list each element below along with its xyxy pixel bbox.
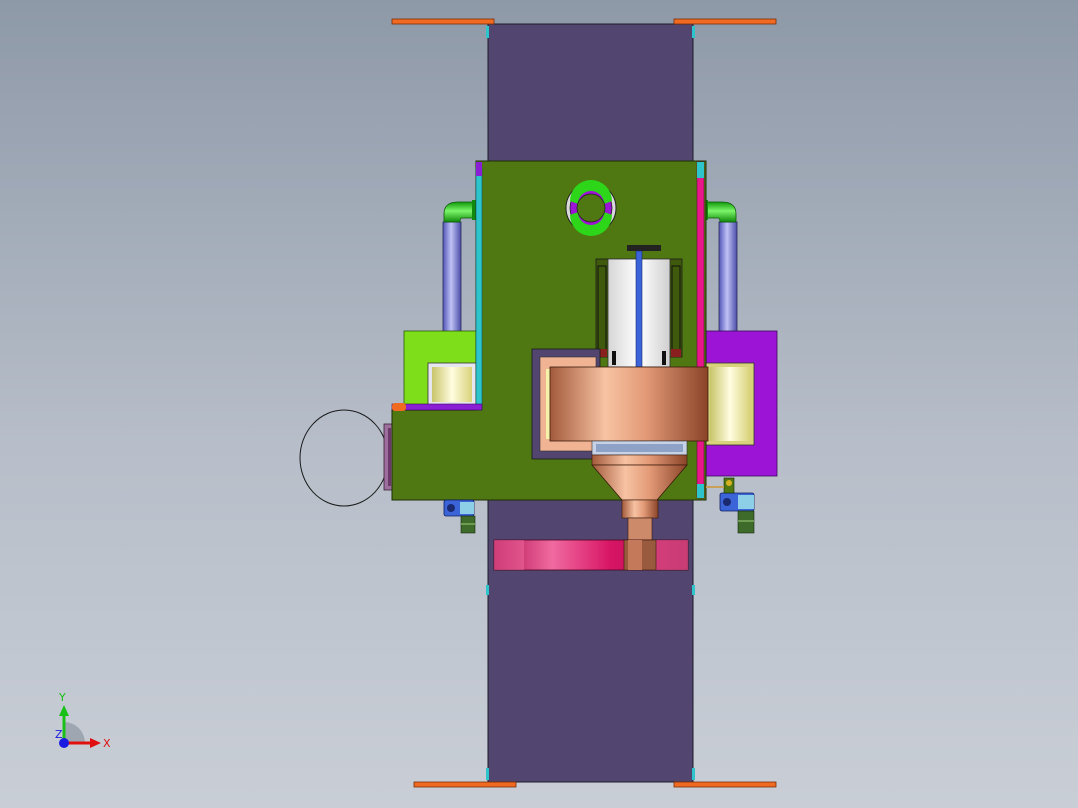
right-magenta-housing[interactable] [699,330,778,477]
right-coolant-pipe[interactable] [696,161,705,499]
lower-pink-band[interactable] [493,539,689,571]
rail-stop-top-left[interactable] [391,18,495,25]
discharge-outlet[interactable] [623,539,657,571]
upper-cylinder-assembly[interactable] [595,245,683,368]
rail-stop-bottom-left[interactable] [413,781,517,788]
left-vertical-pipe[interactable] [442,200,478,335]
coordinate-triad-icon [59,705,101,748]
triad-x-label: X [103,737,111,750]
left-ring-frame[interactable] [299,409,394,507]
rail-stop-top-right[interactable] [673,18,777,25]
right-vertical-pipe[interactable] [702,200,738,335]
cad-viewport[interactable]: Y X Z [0,0,1078,808]
rail-stop-bottom-right[interactable] [673,781,777,788]
triad-z-label: Z [55,728,63,741]
right-valve[interactable] [706,477,755,534]
left-valve[interactable] [443,499,476,534]
triad-y-label: Y [58,691,66,704]
